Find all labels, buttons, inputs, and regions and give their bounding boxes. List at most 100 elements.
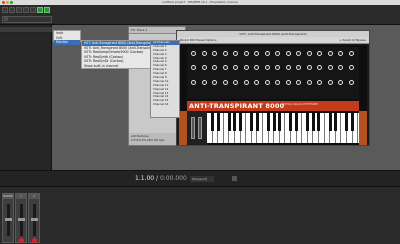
zoom-window-button[interactable] bbox=[10, 1, 13, 4]
mod-wheel[interactable] bbox=[198, 117, 202, 139]
synth-knob[interactable] bbox=[212, 80, 217, 85]
black-key[interactable] bbox=[227, 113, 231, 131]
black-key[interactable] bbox=[334, 113, 338, 131]
black-key[interactable] bbox=[278, 113, 282, 131]
black-key[interactable] bbox=[233, 113, 237, 131]
synth-knob[interactable] bbox=[327, 80, 333, 85]
mixer-strip: MASTER bbox=[2, 193, 14, 243]
synth-knob[interactable] bbox=[254, 51, 259, 56]
synth-knob[interactable] bbox=[327, 51, 333, 56]
menu2-item[interactable]: Show built-in channel bbox=[82, 64, 160, 69]
synth-knob[interactable] bbox=[243, 51, 249, 56]
keyboard[interactable] bbox=[207, 113, 359, 143]
menu2-item[interactable]: VST: Anti-Transpirant 8000 (Anti-Transpi… bbox=[82, 41, 160, 46]
fader-cap[interactable] bbox=[5, 218, 12, 221]
synth-knob[interactable] bbox=[285, 80, 291, 85]
synth-knob[interactable] bbox=[254, 65, 259, 70]
black-key[interactable] bbox=[317, 113, 321, 131]
strip-name: 2 bbox=[29, 194, 39, 199]
synth-knob[interactable] bbox=[348, 51, 354, 56]
synth-knob[interactable] bbox=[264, 65, 270, 70]
synth-knob[interactable] bbox=[254, 80, 259, 85]
synth-knob[interactable] bbox=[275, 65, 280, 70]
pitch-wheel[interactable] bbox=[191, 117, 195, 139]
synth-knob[interactable] bbox=[264, 51, 270, 56]
close-window-button[interactable] bbox=[2, 1, 5, 4]
record-arm-button[interactable] bbox=[19, 238, 24, 243]
synth-knob[interactable] bbox=[296, 80, 301, 85]
synth-knob[interactable] bbox=[285, 51, 291, 56]
grid-snap-icon[interactable] bbox=[37, 7, 43, 13]
synth-knob[interactable] bbox=[296, 65, 301, 70]
save-project-icon[interactable] bbox=[16, 7, 22, 13]
record-arm-icon[interactable] bbox=[4, 17, 8, 21]
synth-knob[interactable] bbox=[243, 65, 249, 70]
fader-cap[interactable] bbox=[31, 218, 38, 221]
menu3-item[interactable]: Channel 16 bbox=[151, 103, 179, 107]
synth-knob[interactable] bbox=[285, 65, 291, 70]
synth-knob[interactable] bbox=[327, 65, 333, 70]
synth-knob[interactable] bbox=[201, 65, 207, 70]
ripple-edit-icon[interactable] bbox=[44, 7, 50, 13]
synth-knob[interactable] bbox=[338, 51, 343, 56]
black-key[interactable] bbox=[216, 113, 220, 131]
synth-knob[interactable] bbox=[306, 80, 312, 85]
synth-knob[interactable] bbox=[212, 51, 217, 56]
undo-icon[interactable] bbox=[23, 7, 29, 13]
synth-knob[interactable] bbox=[201, 80, 207, 85]
synth-knob[interactable] bbox=[348, 80, 354, 85]
synth-knob[interactable] bbox=[233, 51, 238, 56]
redo-icon[interactable] bbox=[30, 7, 36, 13]
black-key[interactable] bbox=[272, 113, 276, 131]
black-key[interactable] bbox=[294, 113, 299, 131]
strip-name: MASTER bbox=[3, 194, 13, 199]
synth-knob[interactable] bbox=[191, 65, 196, 70]
synth-knob[interactable] bbox=[296, 51, 301, 56]
synth-knob[interactable] bbox=[222, 80, 228, 85]
synth-knob[interactable] bbox=[317, 65, 322, 70]
insert-context-menu: Instr Cntl Monitor bbox=[53, 30, 81, 45]
record-arm-button[interactable] bbox=[32, 238, 37, 243]
synth-knob[interactable] bbox=[275, 80, 280, 85]
synth-knob[interactable] bbox=[275, 51, 280, 56]
wood-side-left bbox=[179, 111, 187, 145]
synth-knob[interactable] bbox=[191, 80, 196, 85]
synth-knob[interactable] bbox=[306, 65, 312, 70]
synth-knob[interactable] bbox=[317, 80, 322, 85]
synth-knob[interactable] bbox=[222, 65, 228, 70]
open-project-icon[interactable] bbox=[9, 7, 15, 13]
synth-knob[interactable] bbox=[264, 80, 270, 85]
black-key[interactable] bbox=[311, 113, 315, 131]
black-key[interactable] bbox=[266, 113, 271, 131]
black-key[interactable] bbox=[350, 113, 355, 131]
track-row[interactable] bbox=[0, 27, 52, 33]
minimize-window-button[interactable] bbox=[6, 1, 9, 4]
synth-knob[interactable] bbox=[243, 80, 249, 85]
black-key[interactable] bbox=[306, 113, 310, 131]
plugin-right-buttons[interactable]: + Param UI Bypass bbox=[339, 37, 366, 44]
black-key[interactable] bbox=[238, 113, 243, 131]
synth-knob[interactable] bbox=[338, 65, 343, 70]
synth-knob[interactable] bbox=[201, 51, 207, 56]
synth-knob[interactable] bbox=[317, 51, 322, 56]
synth-knob[interactable] bbox=[306, 51, 312, 56]
new-project-icon[interactable] bbox=[2, 7, 8, 13]
black-key[interactable] bbox=[289, 113, 293, 131]
fader-cap[interactable] bbox=[18, 218, 25, 221]
black-key[interactable] bbox=[210, 113, 215, 131]
black-key[interactable] bbox=[255, 113, 259, 131]
synth-knob[interactable] bbox=[233, 65, 238, 70]
synth-knob[interactable] bbox=[212, 65, 217, 70]
synth-knob[interactable] bbox=[338, 80, 343, 85]
synth-knob[interactable] bbox=[191, 51, 196, 56]
synth-knob[interactable] bbox=[348, 65, 354, 70]
instrument-submenu: VST: Anti-Transpirant 8000 (Anti-Transpi… bbox=[81, 40, 161, 69]
plugin-menu-buttons[interactable]: Param Edit Preset Options bbox=[180, 38, 216, 42]
stop-icon[interactable] bbox=[232, 176, 237, 181]
synth-knob[interactable] bbox=[233, 80, 238, 85]
black-key[interactable] bbox=[328, 113, 332, 131]
menu1-item[interactable]: Monitor bbox=[54, 40, 80, 45]
synth-knob[interactable] bbox=[222, 51, 228, 56]
black-key[interactable] bbox=[345, 113, 349, 131]
black-key[interactable] bbox=[250, 113, 254, 131]
